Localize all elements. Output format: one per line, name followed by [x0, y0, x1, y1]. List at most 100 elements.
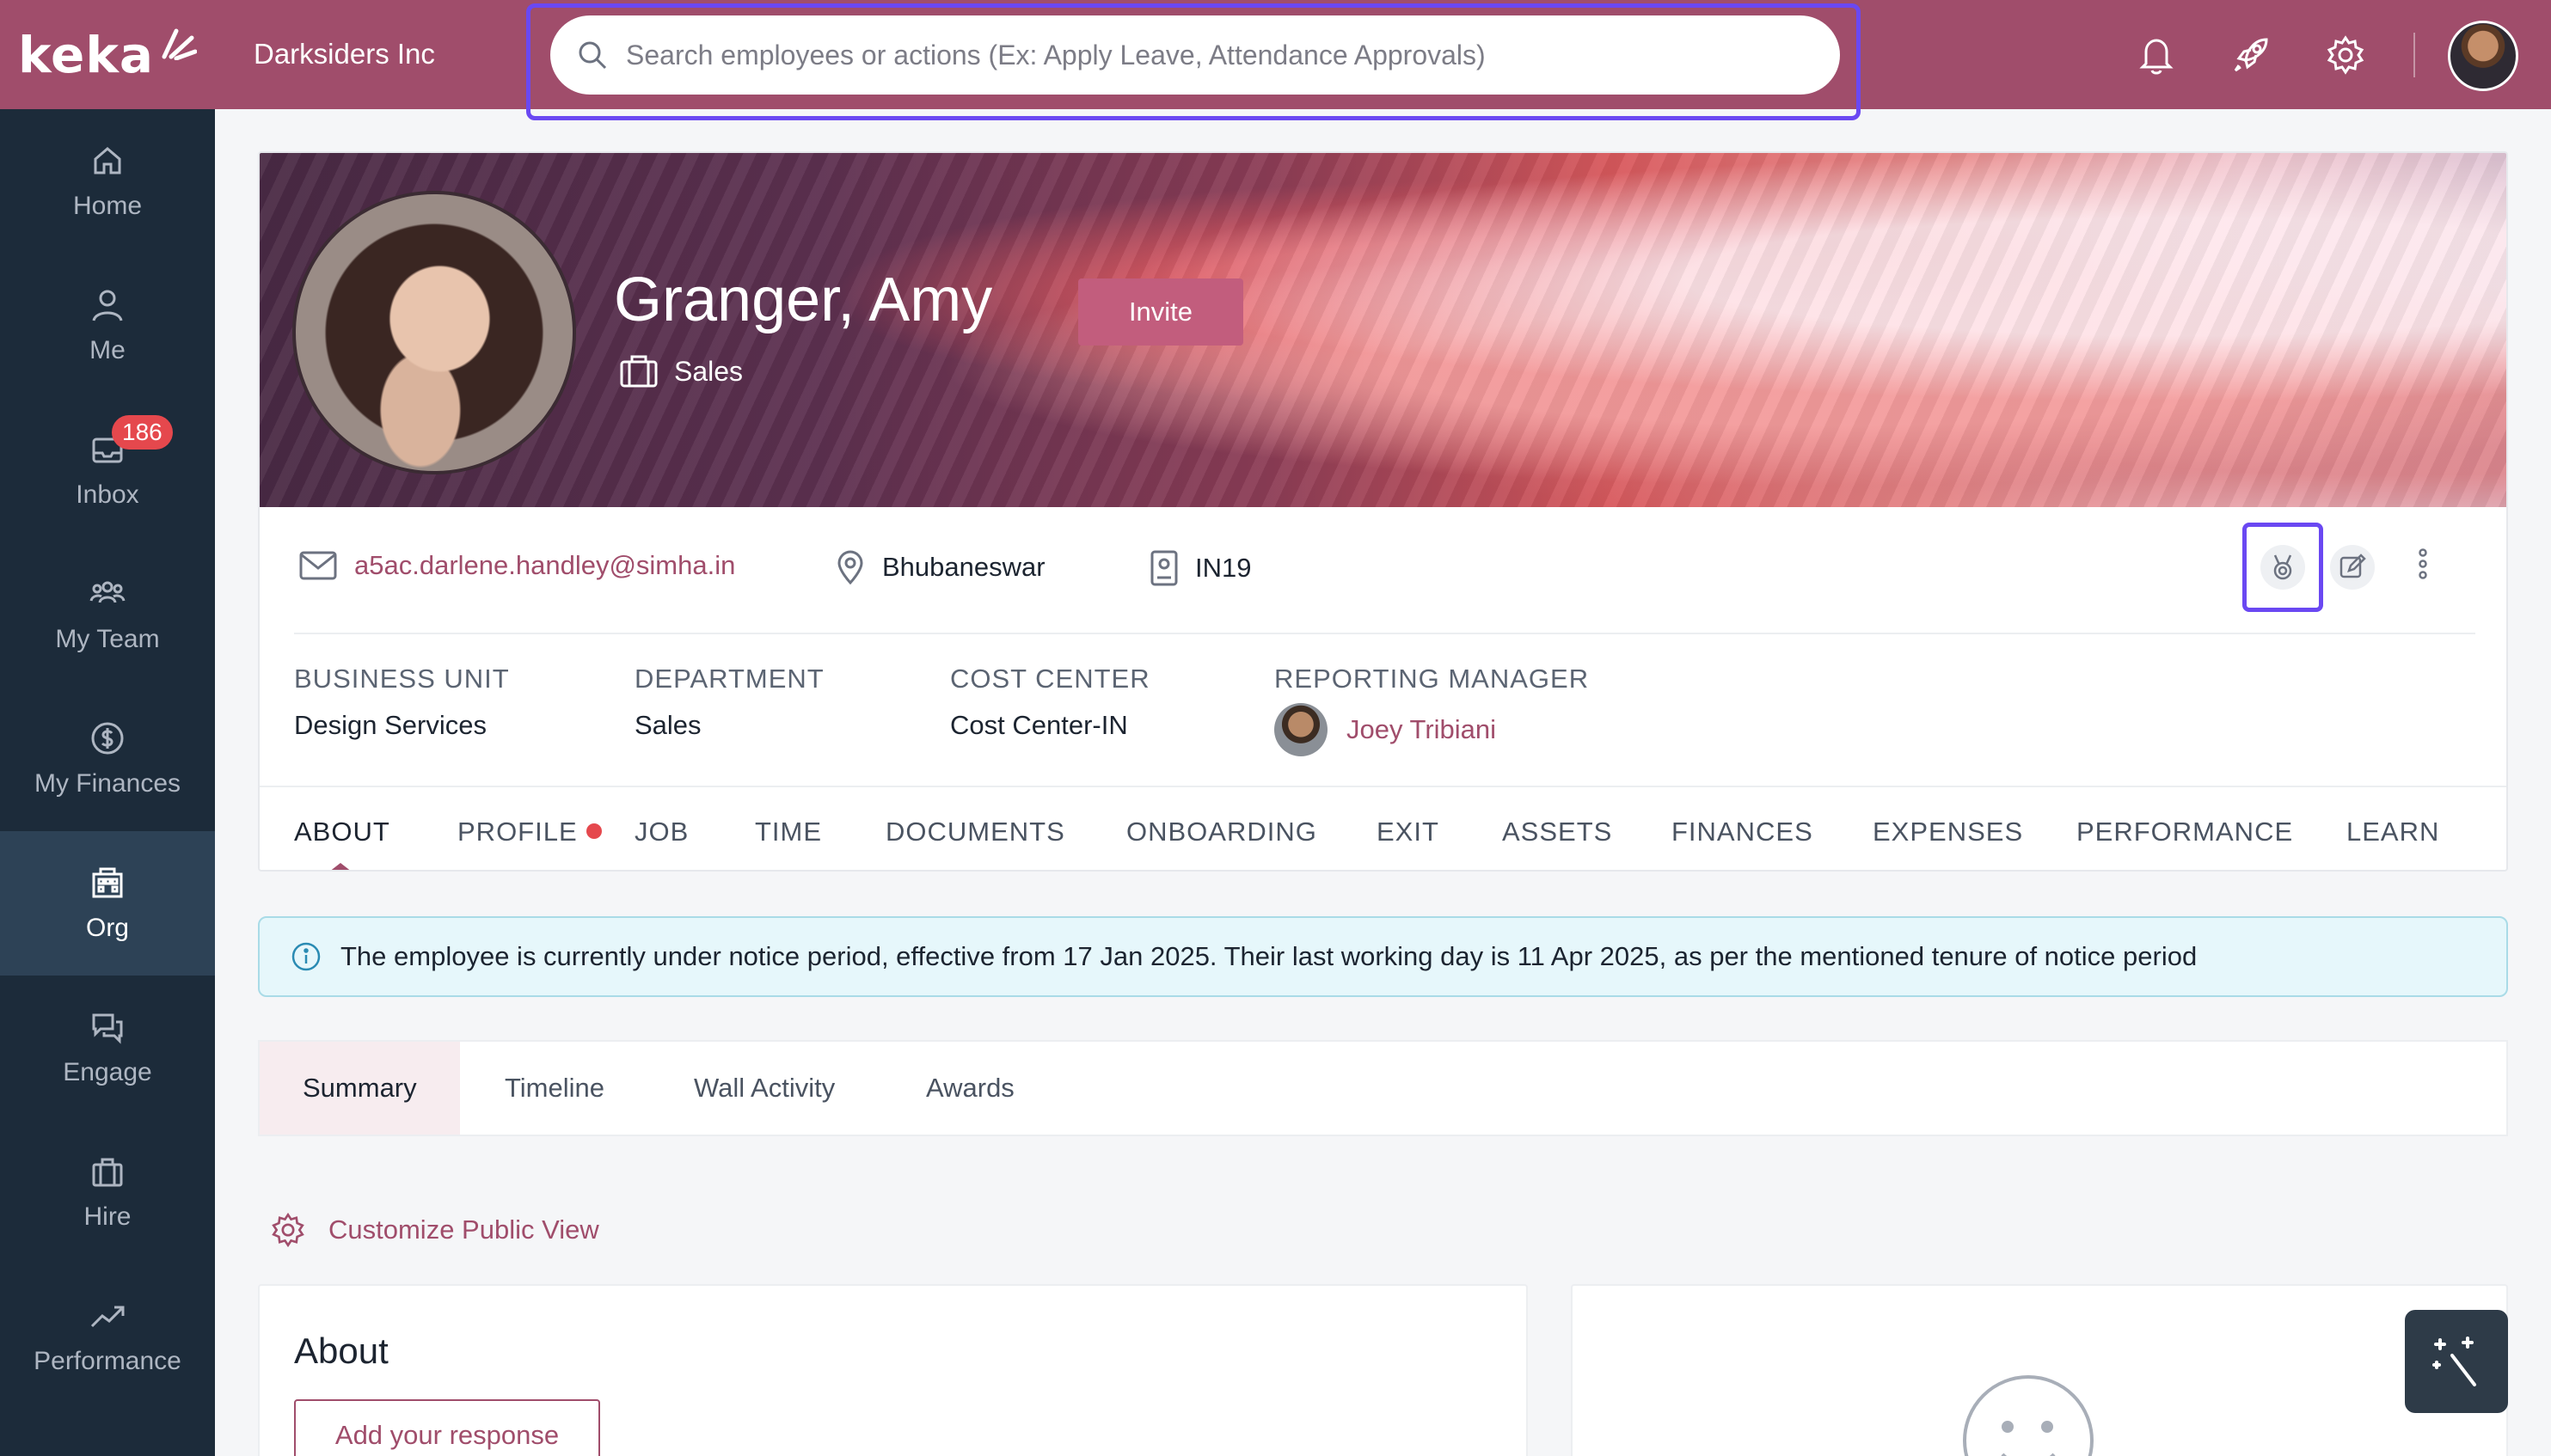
employee-profile-card: Granger, Amy Sales Invite a5ac.darlene.h…	[258, 151, 2508, 872]
manager-name: Joey Tribiani	[1346, 714, 1497, 744]
dollar-icon	[91, 722, 124, 755]
employee-photo[interactable]	[292, 191, 576, 474]
reporting-manager-field: REPORTING MANAGER Joey Tribiani	[1274, 664, 1589, 756]
customize-label: Customize Public View	[328, 1214, 599, 1245]
about-subtabs: Summary Timeline Wall Activity Awards	[258, 1040, 2508, 1136]
tab-onboarding[interactable]: ONBOARDING	[1126, 817, 1317, 847]
sidebar-item-label: Me	[89, 336, 126, 364]
tab-performance[interactable]: PERFORMANCE	[2076, 817, 2293, 847]
reporting-manager-label: REPORTING MANAGER	[1274, 664, 1590, 694]
sidebar-item-label: Hire	[83, 1202, 132, 1231]
profile-tabs: ABOUT PROFILE JOB TIME DOCUMENTS ONBOARD…	[260, 786, 2506, 870]
email-text: a5ac.darlene.handley@simha.in	[354, 550, 736, 580]
info-icon	[291, 942, 321, 971]
tab-expenses[interactable]: EXPENSES	[1873, 817, 2023, 847]
top-divider	[2413, 33, 2415, 77]
home-icon	[94, 147, 121, 174]
trend-icon	[90, 1306, 125, 1328]
tab-documents[interactable]: DOCUMENTS	[886, 817, 1065, 847]
briefcase-icon	[92, 1158, 123, 1187]
user-icon	[92, 290, 123, 321]
building-icon	[92, 867, 123, 898]
business-unit-value: Design Services	[294, 710, 487, 740]
sidebar-item-hire[interactable]: Hire	[0, 1120, 215, 1264]
manager-avatar	[1274, 703, 1328, 756]
sidebar-item-my-finances[interactable]: My Finances	[0, 687, 215, 831]
sidebar: keka Home Me 186 Inbox My Team My Financ…	[0, 0, 215, 1456]
sidebar-item-label: My Team	[55, 625, 160, 653]
employee-id: IN19	[1150, 550, 1251, 586]
tab-exit[interactable]: EXIT	[1377, 817, 1439, 847]
user-avatar[interactable]	[2448, 21, 2518, 91]
subtab-timeline[interactable]: Timeline	[505, 1042, 604, 1135]
sidebar-item-org[interactable]: Org	[0, 831, 215, 976]
employee-id-text: IN19	[1195, 553, 1252, 583]
top-bar: Darksiders Inc	[215, 0, 2551, 120]
notice-text: The employee is currently under notice p…	[340, 941, 2198, 971]
company-name: Darksiders Inc	[254, 38, 435, 70]
search-input[interactable]	[626, 39, 1812, 71]
about-title: About	[294, 1331, 389, 1371]
sidebar-item-inbox[interactable]: 186 Inbox	[0, 398, 215, 542]
sidebar-item-my-team[interactable]: My Team	[0, 542, 215, 687]
briefcase-icon	[620, 355, 658, 388]
more-options-icon[interactable]	[2418, 548, 2428, 579]
edit-note-button[interactable]	[2330, 545, 2375, 590]
employee-email[interactable]: a5ac.darlene.handley@simha.in	[299, 550, 735, 581]
profile-alert-dot	[586, 823, 602, 839]
chat-icon	[92, 1013, 123, 1044]
rocket-icon[interactable]	[2229, 33, 2273, 77]
search-bar[interactable]	[550, 15, 1840, 95]
department-value: Sales	[635, 710, 702, 740]
employee-location: Bhubaneswar	[836, 550, 1046, 584]
tab-job[interactable]: JOB	[635, 817, 689, 847]
reporting-manager[interactable]: Joey Tribiani	[1274, 703, 1589, 756]
sidebar-item-me[interactable]: Me	[0, 254, 215, 398]
business-unit-label: BUSINESS UNIT	[294, 664, 510, 694]
right-panel-card	[1571, 1284, 2508, 1456]
department-label: DEPARTMENT	[635, 664, 825, 694]
business-unit-field: BUSINESS UNIT Design Services	[294, 664, 510, 741]
tab-learn[interactable]: LEARN	[2346, 817, 2439, 847]
cost-center-label: COST CENTER	[950, 664, 1150, 694]
employee-name: Granger, Amy	[614, 266, 993, 334]
edit-icon	[2339, 554, 2366, 578]
notice-period-banner: The employee is currently under notice p…	[258, 916, 2508, 997]
gear-icon[interactable]	[2323, 33, 2368, 77]
add-response-button[interactable]: Add your response	[294, 1399, 600, 1456]
logo-burst-icon	[162, 28, 198, 60]
tab-profile[interactable]: PROFILE	[457, 817, 602, 847]
id-badge-icon	[1150, 550, 1178, 586]
ai-magic-button[interactable]	[2405, 1310, 2508, 1413]
sidebar-item-home[interactable]: Home	[0, 109, 215, 254]
subtab-awards[interactable]: Awards	[926, 1042, 1015, 1135]
cost-center-value: Cost Center-IN	[950, 710, 1128, 740]
bell-icon[interactable]	[2134, 33, 2179, 77]
keka-logo[interactable]: keka	[0, 0, 215, 109]
logo-text: keka	[17, 25, 155, 84]
sidebar-item-label: Home	[72, 192, 143, 220]
customize-public-view-link[interactable]: Customize Public View	[268, 1210, 599, 1250]
smiley-illustration-icon	[1963, 1375, 2094, 1456]
tab-about[interactable]: ABOUT	[294, 817, 390, 847]
sidebar-item-performance[interactable]: Performance	[0, 1264, 215, 1409]
location-text: Bhubaneswar	[882, 552, 1046, 582]
mail-icon	[299, 551, 337, 580]
employee-department-line: Sales	[619, 354, 743, 388]
tab-finances[interactable]: FINANCES	[1671, 817, 1813, 847]
location-pin-icon	[837, 550, 863, 584]
search-icon	[579, 41, 607, 70]
praise-medal-button[interactable]	[2260, 545, 2305, 590]
department-field: DEPARTMENT Sales	[635, 664, 825, 741]
subtab-wall-activity[interactable]: Wall Activity	[694, 1042, 835, 1135]
tab-time[interactable]: TIME	[755, 817, 822, 847]
magic-wand-icon	[2432, 1337, 2476, 1386]
active-tab-indicator	[325, 863, 356, 870]
sidebar-item-engage[interactable]: Engage	[0, 976, 215, 1120]
tab-label: PROFILE	[457, 817, 578, 847]
tab-assets[interactable]: ASSETS	[1502, 817, 1612, 847]
subtab-summary[interactable]: Summary	[260, 1042, 460, 1135]
employee-department: Sales	[674, 355, 744, 387]
inbox-badge: 186	[112, 415, 173, 450]
invite-button[interactable]: Invite	[1078, 278, 1243, 346]
